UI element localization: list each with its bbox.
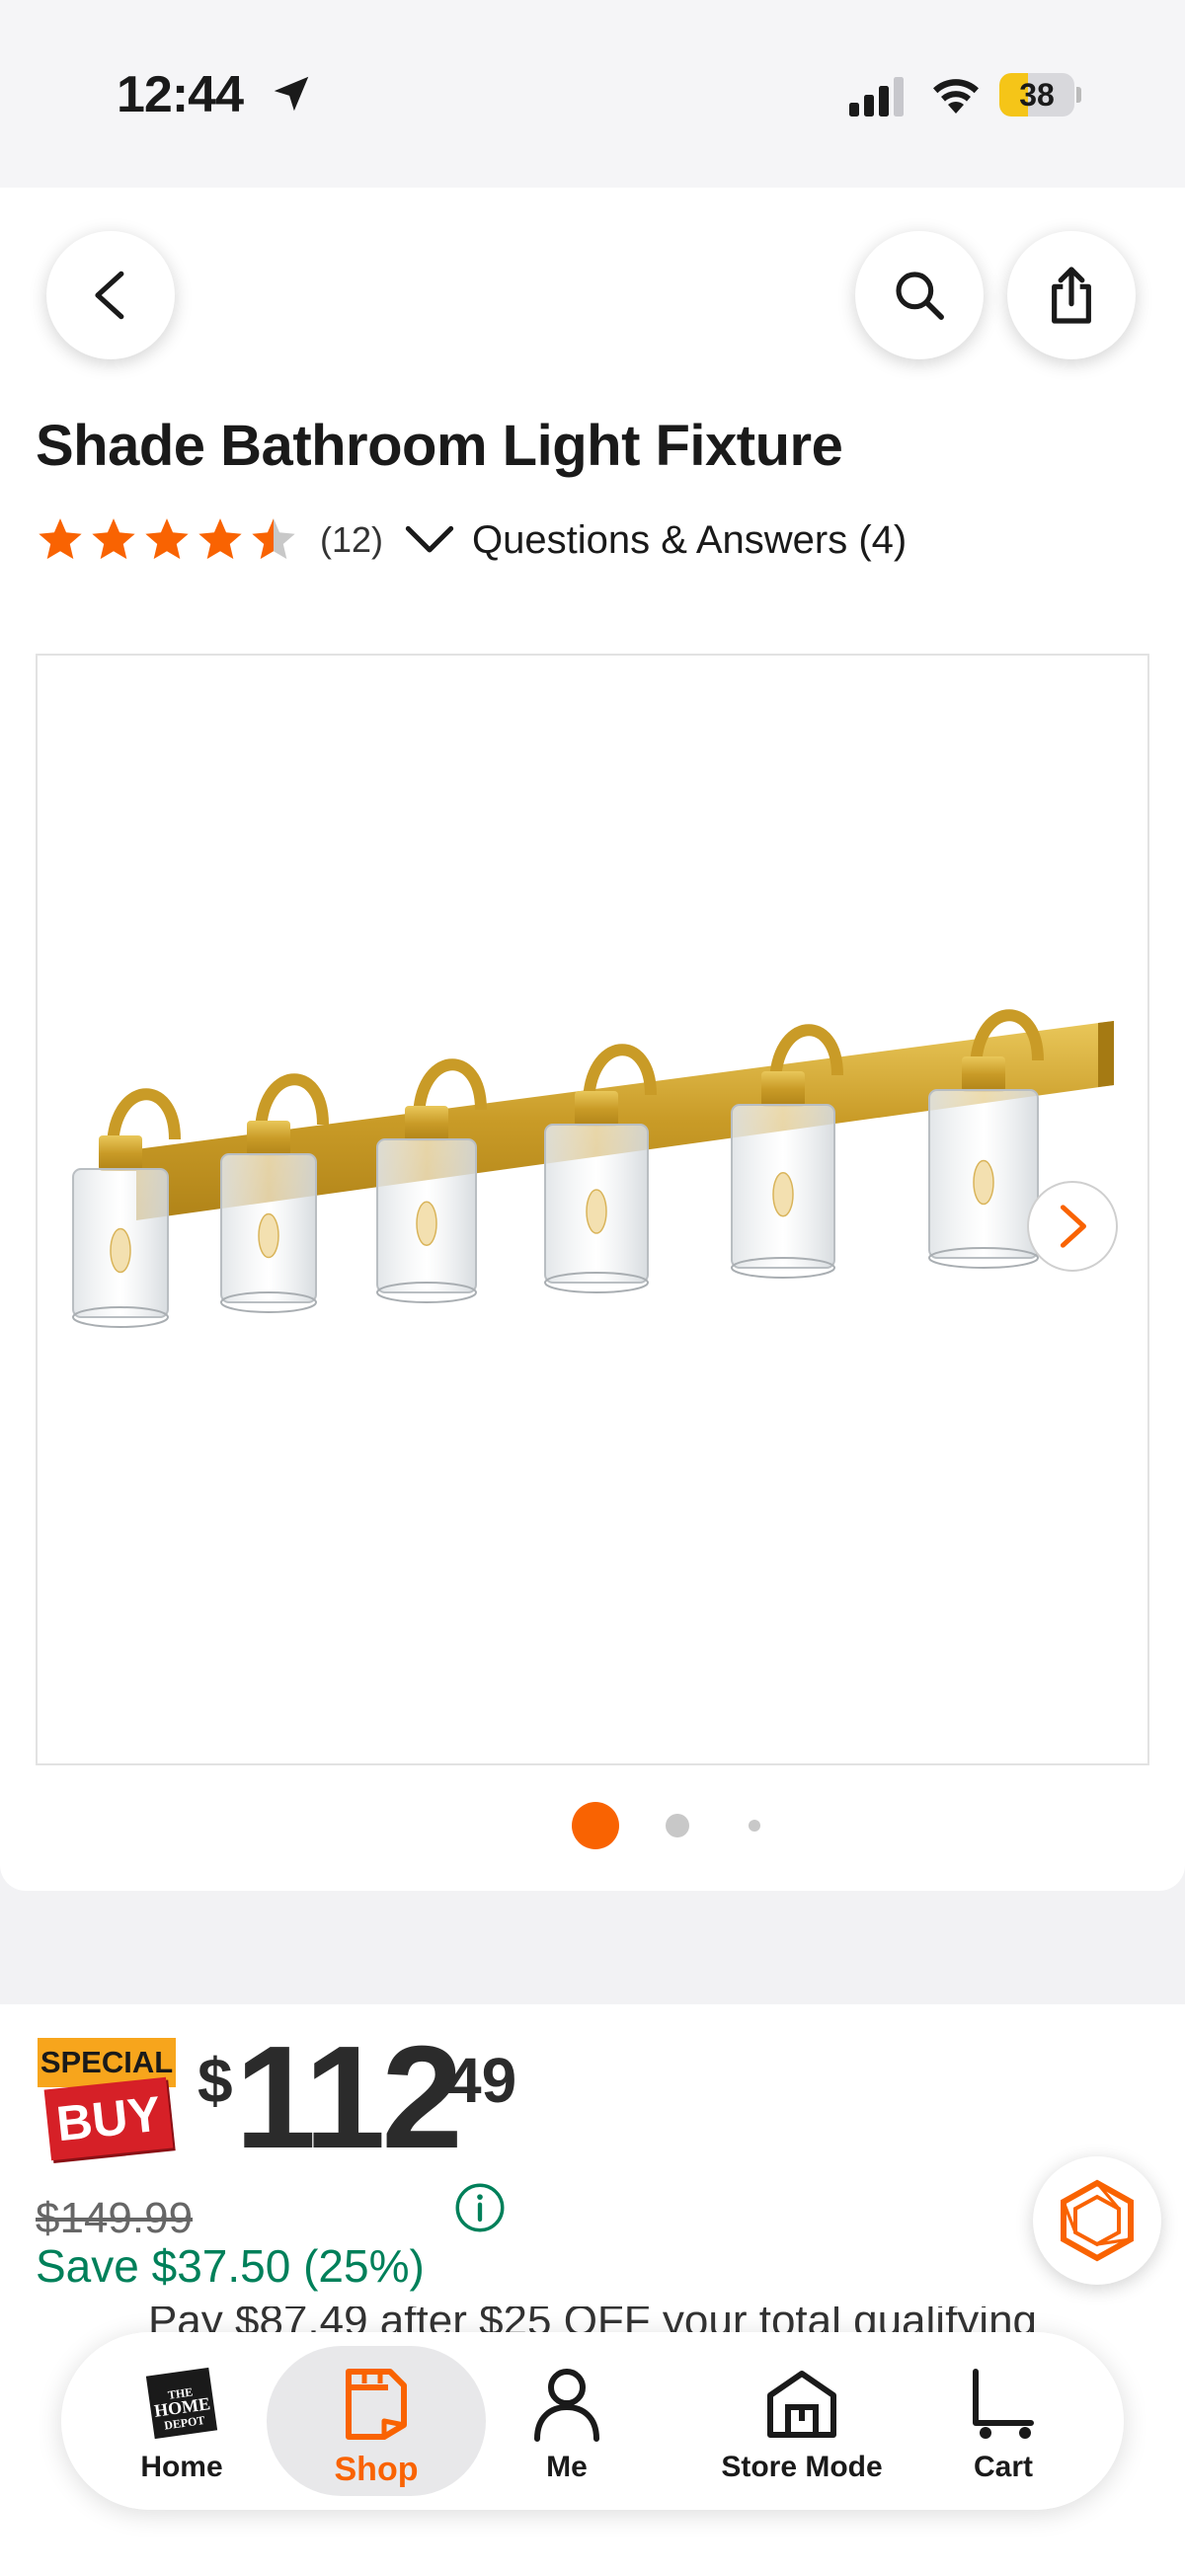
product-content[interactable]: Shade Bathroom Light Fixture (12) Questi… xyxy=(0,188,1185,1891)
cellular-signal-icon xyxy=(849,77,904,117)
price-dollars: 112 xyxy=(235,2016,463,2179)
star-full-icon xyxy=(145,518,189,560)
chevron-left-icon xyxy=(95,271,124,320)
light-shade xyxy=(376,1058,487,1303)
bottom-tab-bar: THE HOME DEPOT Home Shop Me Store Mode C… xyxy=(61,2332,1124,2510)
status-bar: 12:44 38 xyxy=(0,0,1185,188)
savings-text: Save $37.50 (25%) xyxy=(36,2240,425,2292)
shop-icon xyxy=(346,2369,407,2440)
questions-answers-link[interactable]: Questions & Answers (4) xyxy=(472,518,907,563)
tab-me[interactable]: Me xyxy=(468,2332,666,2510)
special-buy-badge: SPECIAL BUY xyxy=(38,2038,178,2166)
review-count[interactable]: (12) xyxy=(320,519,383,561)
status-time: 12:44 xyxy=(117,66,244,123)
product-title-overflow xyxy=(36,355,1122,389)
search-button[interactable] xyxy=(855,231,984,359)
image-pagination[interactable] xyxy=(0,1801,1185,1850)
cart-icon xyxy=(973,2369,1034,2439)
location-arrow-icon xyxy=(274,76,309,112)
product-image[interactable] xyxy=(38,656,1147,1763)
tab-home[interactable]: THE HOME DEPOT Home xyxy=(83,2332,280,2510)
tab-shop[interactable]: Shop xyxy=(277,2332,475,2510)
tab-shop-label: Shop xyxy=(334,2451,419,2488)
home-depot-logo-icon: THE HOME DEPOT xyxy=(145,2367,218,2440)
promo-text: Pay $87.49 after $25 OFF your total qual… xyxy=(147,2306,1038,2332)
chevron-down-icon[interactable] xyxy=(405,520,454,560)
price-currency: $ xyxy=(198,2045,233,2116)
wifi-icon xyxy=(933,79,979,114)
next-image-button[interactable] xyxy=(1027,1181,1118,1272)
product-title: Shade Bathroom Light Fixture xyxy=(36,414,843,478)
search-icon xyxy=(896,272,944,320)
back-button[interactable] xyxy=(46,231,175,359)
pagination-dot[interactable] xyxy=(749,1820,760,1832)
promo-text-overflow: Pay $87.49 after $25 OFF your total qual… xyxy=(0,2306,1185,2332)
star-half-icon xyxy=(252,518,295,560)
share-icon xyxy=(1052,267,1091,324)
star-full-icon xyxy=(39,518,82,560)
rating-row: (12) Questions & Answers (4) xyxy=(36,508,907,572)
tab-cart-label: Cart xyxy=(973,2451,1033,2483)
light-shade xyxy=(72,1088,181,1328)
store-icon xyxy=(767,2371,836,2438)
star-full-icon xyxy=(198,518,242,560)
tab-store-mode-label: Store Mode xyxy=(721,2451,883,2483)
star-rating[interactable] xyxy=(36,515,298,565)
light-shade xyxy=(220,1073,329,1313)
price-cents: 49 xyxy=(446,2045,517,2116)
person-icon xyxy=(534,2369,599,2442)
pagination-dot-active[interactable] xyxy=(572,1802,619,1849)
pagination-dot[interactable] xyxy=(666,1814,689,1837)
hexagon-assistant-icon xyxy=(1061,2179,1134,2262)
was-price: $149.99 xyxy=(36,2194,194,2242)
tab-cart[interactable]: Cart xyxy=(905,2332,1102,2510)
share-button[interactable] xyxy=(1007,231,1136,359)
chevron-right-icon xyxy=(1060,1205,1086,1248)
star-full-icon xyxy=(92,518,135,560)
tab-store-mode[interactable]: Store Mode xyxy=(685,2332,918,2510)
battery-indicator: 38 xyxy=(999,73,1081,117)
tab-me-label: Me xyxy=(546,2451,588,2483)
info-icon[interactable] xyxy=(454,2182,506,2233)
assistant-button[interactable] xyxy=(1033,2156,1161,2285)
product-image-gallery[interactable] xyxy=(36,654,1149,1765)
special-badge-bottom: BUY xyxy=(43,2076,174,2161)
tab-home-label: Home xyxy=(140,2451,223,2483)
battery-percent: 38 xyxy=(1019,77,1055,113)
